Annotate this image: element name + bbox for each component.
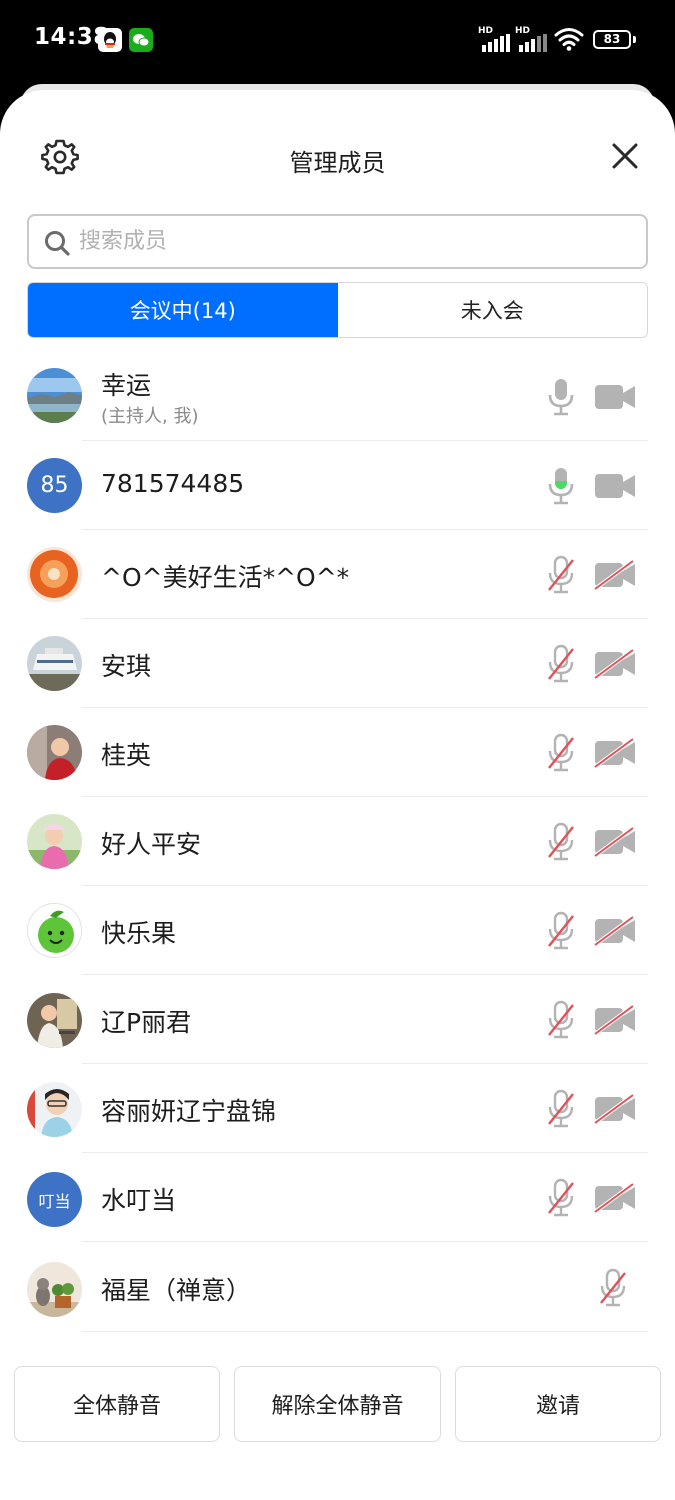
member-role: (主持人, 我): [101, 406, 199, 427]
member-row[interactable]: 容丽妍辽宁盘锦: [0, 1064, 675, 1153]
avatar: [27, 1082, 82, 1137]
member-name: 安琪: [101, 652, 152, 681]
microphone-muted-icon[interactable]: [546, 644, 576, 684]
member-row[interactable]: 幸运 (主持人, 我): [0, 352, 675, 441]
avatar: 85: [27, 458, 82, 513]
member-row[interactable]: 好人平安: [0, 797, 675, 886]
avatar: [27, 547, 82, 602]
member-name: 辽P丽君: [101, 1008, 192, 1037]
member-row[interactable]: 85 781574485: [0, 441, 675, 530]
tab-in-meeting[interactable]: 会议中(14): [28, 283, 338, 337]
avatar: [27, 636, 82, 691]
avatar: [27, 903, 82, 958]
wechat-notification-icon: [129, 28, 153, 52]
member-row[interactable]: 福星（禅意）: [0, 1243, 675, 1332]
wifi-icon: [554, 27, 584, 55]
microphone-icon[interactable]: [546, 377, 576, 417]
member-name: 桂英: [101, 741, 152, 770]
avatar: [27, 993, 82, 1048]
status-bar: 14:38 HD HD 83: [0, 0, 675, 84]
member-tabs: 会议中(14) 未入会: [27, 282, 648, 338]
member-row[interactable]: 安琪: [0, 619, 675, 708]
page-title: 管理成员: [289, 149, 386, 177]
camera-icon[interactable]: [593, 382, 637, 412]
camera-off-icon[interactable]: [593, 1005, 637, 1035]
unmute-all-button[interactable]: 解除全体静音: [234, 1366, 441, 1442]
row-divider: [82, 1241, 648, 1242]
camera-off-icon[interactable]: [593, 827, 637, 857]
member-name: 快乐果: [101, 919, 177, 948]
close-icon[interactable]: [608, 139, 642, 173]
avatar: [27, 725, 82, 780]
member-name: 幸运: [101, 371, 152, 400]
mute-all-button[interactable]: 全体静音: [14, 1366, 220, 1442]
avatar: [27, 814, 82, 869]
camera-off-icon[interactable]: [593, 916, 637, 946]
member-row[interactable]: 桂英: [0, 708, 675, 797]
battery-tip: [633, 36, 636, 43]
member-name: ^O^美好生活*^O^*: [101, 563, 350, 592]
microphone-muted-icon[interactable]: [546, 1178, 576, 1218]
invite-button[interactable]: 邀请: [455, 1366, 661, 1442]
camera-off-icon[interactable]: [593, 1183, 637, 1213]
microphone-muted-icon[interactable]: [546, 1089, 576, 1129]
avatar: [27, 368, 82, 423]
camera-off-icon[interactable]: [593, 649, 637, 679]
microphone-muted-icon[interactable]: [546, 1000, 576, 1040]
member-name: 781574485: [101, 469, 245, 498]
microphone-speaking-icon[interactable]: [546, 466, 576, 506]
battery-indicator: 83: [593, 30, 631, 49]
camera-off-icon[interactable]: [593, 738, 637, 768]
camera-off-icon[interactable]: [593, 560, 637, 590]
microphone-muted-icon[interactable]: [546, 822, 576, 862]
search-box[interactable]: [27, 214, 648, 269]
microphone-muted-icon[interactable]: [546, 733, 576, 773]
search-input[interactable]: [79, 216, 629, 267]
avatar: 叮当: [27, 1172, 82, 1227]
member-row[interactable]: 叮当 水叮当: [0, 1153, 675, 1242]
avatar: [27, 1262, 82, 1317]
microphone-muted-icon[interactable]: [598, 1268, 628, 1308]
member-name: 福星（禅意）: [101, 1276, 252, 1305]
camera-off-icon[interactable]: [593, 1094, 637, 1124]
tab-not-joined[interactable]: 未入会: [337, 283, 647, 337]
member-name: 容丽妍辽宁盘锦: [101, 1097, 277, 1126]
qq-notification-icon: [98, 28, 122, 52]
member-row[interactable]: 快乐果: [0, 886, 675, 975]
microphone-muted-icon[interactable]: [546, 555, 576, 595]
member-row[interactable]: 辽P丽君: [0, 975, 675, 1064]
row-divider: [82, 1331, 648, 1332]
member-name: 好人平安: [101, 830, 202, 859]
member-row[interactable]: ^O^美好生活*^O^*: [0, 530, 675, 619]
member-name: 水叮当: [101, 1186, 177, 1215]
search-icon: [43, 229, 71, 261]
camera-icon[interactable]: [593, 471, 637, 501]
microphone-muted-icon[interactable]: [546, 911, 576, 951]
